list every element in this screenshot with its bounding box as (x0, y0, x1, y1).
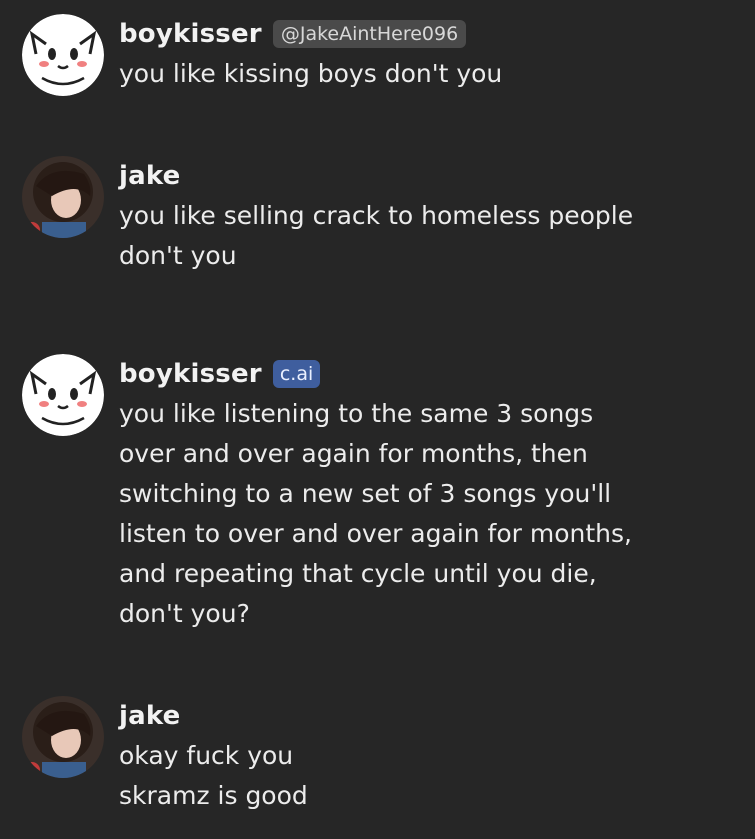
message-header: boykisser c.ai (119, 356, 735, 392)
message-content: boykisser c.ai you like listening to the… (119, 356, 735, 634)
author-name[interactable]: boykisser (119, 19, 262, 49)
message-text: you like kissing boys don't you (119, 59, 503, 88)
boykisser-avatar[interactable] (22, 14, 104, 96)
author-name[interactable]: jake (119, 701, 180, 731)
message-text: you like listening to the same 3 songs o… (119, 399, 632, 628)
boykisser-avatar[interactable] (22, 354, 104, 436)
jake-avatar[interactable] (22, 696, 104, 778)
message-header: boykisser @JakeAintHere096 (119, 16, 735, 52)
message-content: jake you like selling crack to homeless … (119, 158, 735, 276)
cai-badge: c.ai (272, 360, 321, 388)
author-name[interactable]: jake (119, 161, 180, 191)
message-header: jake (119, 158, 735, 194)
message-text: okay fuck you skramz is good (119, 741, 308, 810)
message-header: jake (119, 698, 735, 734)
message-text: you like selling crack to homeless peopl… (119, 201, 634, 270)
handle-badge: @JakeAintHere096 (272, 20, 467, 48)
message-content: boykisser @JakeAintHere096 you like kiss… (119, 16, 735, 94)
author-name[interactable]: boykisser (119, 359, 262, 389)
jake-avatar[interactable] (22, 156, 104, 238)
message-content: jake okay fuck you skramz is good (119, 698, 735, 816)
